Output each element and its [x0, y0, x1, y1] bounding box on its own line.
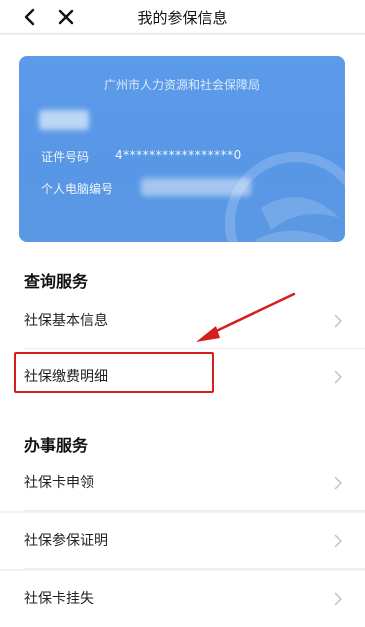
chevron-right-icon — [334, 370, 343, 384]
office-section-header: 办事服务 — [0, 405, 365, 460]
list-item-label: 社保卡挂失 — [24, 591, 94, 607]
list-item-label: 社保卡申领 — [24, 475, 94, 491]
office-section-title: 办事服务 — [24, 436, 89, 455]
query-section-title: 查询服务 — [24, 272, 89, 291]
query-section-header: 查询服务 — [0, 255, 365, 293]
list-item-label: 社保基本信息 — [24, 313, 108, 329]
page-title: 我的参保信息 — [137, 9, 228, 27]
list-item-basic-info[interactable]: 社保基本信息 — [0, 293, 365, 349]
id-number-label: 证件号码 — [41, 150, 90, 164]
card-issuer: 广州市人力资源和社会保障局 — [103, 78, 260, 92]
chevron-right-icon — [334, 592, 343, 606]
chevron-right-icon — [334, 314, 343, 328]
list-item-card-apply[interactable]: 社保卡申领 — [0, 455, 365, 511]
social-security-card: 广州市人力资源和社会保障局 证件号码 4*****************0 个… — [19, 56, 345, 242]
divider — [24, 510, 365, 511]
computer-number-redacted — [141, 178, 251, 196]
id-number-value: 4*****************0 — [115, 148, 242, 162]
chevron-right-icon — [334, 476, 343, 490]
top-nav-bar: 我的参保信息 — [0, 0, 365, 34]
list-item-label: 社保参保证明 — [24, 533, 108, 549]
highlight-box — [14, 352, 214, 393]
list-item-card-report-loss[interactable]: 社保卡挂失 — [0, 571, 365, 627]
list-item-insurance-certificate[interactable]: 社保参保证明 — [0, 513, 365, 569]
name-redacted — [39, 110, 89, 130]
divider — [24, 568, 365, 569]
chevron-right-icon — [334, 534, 343, 548]
computer-number-label: 个人电脑编号 — [41, 182, 114, 196]
annotation-arrow-icon — [196, 292, 296, 342]
